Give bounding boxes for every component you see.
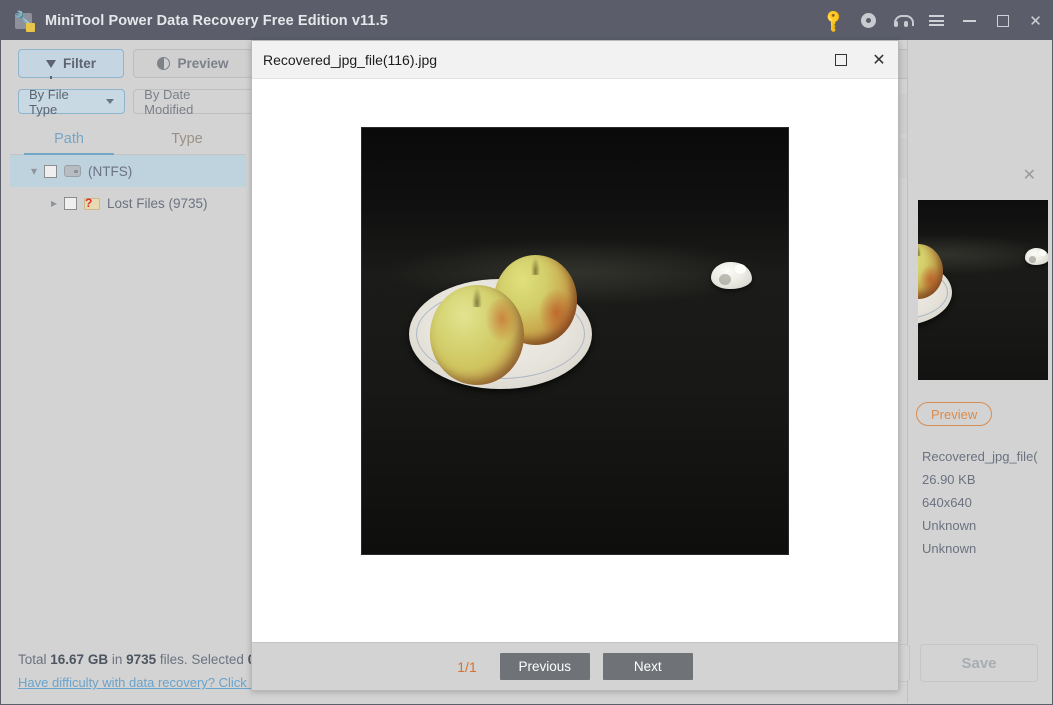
key-icon[interactable]: 🔑 bbox=[817, 1, 851, 40]
status-total-prefix: Total bbox=[18, 652, 51, 667]
filter-toolbar: Filter Preview bbox=[2, 40, 254, 79]
chevron-down-icon bbox=[106, 99, 115, 104]
dialog-image-area bbox=[252, 79, 898, 642]
app-logo-icon: 🔧 bbox=[13, 10, 35, 32]
meta-dimensions: 640x640 bbox=[922, 495, 972, 510]
dialog-title-bar: Recovered_jpg_file(116).jpg ✕ bbox=[252, 41, 898, 79]
meta-file-name: Recovered_jpg_file( bbox=[922, 449, 1038, 464]
status-summary: Total 16.67 GB in 9735 files. Selected 0… bbox=[18, 652, 269, 667]
meta-created-date: Unknown bbox=[922, 518, 977, 533]
preview-clock-icon bbox=[157, 57, 171, 70]
tree-item-label: Lost Files (9735) bbox=[107, 195, 208, 211]
tab-type-label: Type bbox=[171, 130, 203, 147]
close-icon[interactable]: ✕ bbox=[1023, 165, 1036, 185]
preview-button-label: Preview bbox=[177, 56, 229, 71]
thumbnail-preview[interactable] bbox=[918, 200, 1048, 380]
image-preview-dialog: Recovered_jpg_file(116).jpg ✕ 1/1 Previo… bbox=[251, 40, 899, 691]
status-total-size: 16.67 GB bbox=[50, 652, 109, 667]
title-bar: 🔧 MiniTool Power Data Recovery Free Edit… bbox=[1, 1, 1052, 40]
file-metadata-list: Recovered_jpg_file( 26.90 KB 640x640 Unk… bbox=[922, 445, 1038, 560]
tab-path-label: Path bbox=[54, 130, 84, 147]
tree-item-checkbox[interactable] bbox=[44, 164, 57, 178]
preview-image bbox=[361, 126, 789, 555]
details-panel: ✕ Preview Recovered_jpg_file( 26.90 KB 6… bbox=[866, 40, 1050, 703]
tab-path[interactable]: Path bbox=[10, 123, 128, 155]
tree-item-label: (NTFS) bbox=[88, 163, 133, 179]
help-link[interactable]: Have difficulty with data recovery? Clic… bbox=[18, 675, 276, 690]
tab-type[interactable]: Type bbox=[128, 123, 246, 154]
drive-icon bbox=[64, 165, 81, 177]
filter-button[interactable]: Filter bbox=[18, 49, 124, 79]
next-button[interactable]: Next bbox=[602, 653, 693, 680]
unknown-folder-icon: ? bbox=[84, 196, 100, 210]
filter-button-label: Filter bbox=[62, 56, 96, 71]
minimize-icon[interactable] bbox=[953, 1, 986, 40]
title-bar-controls: 🔑 ✕ bbox=[817, 1, 1052, 40]
status-bar: Total 16.67 GB in 9735 files. Selected 0… bbox=[2, 638, 276, 704]
close-icon[interactable]: ✕ bbox=[1019, 1, 1052, 40]
filter-chip-row: By File Type By Date Modified bbox=[2, 78, 254, 117]
headphones-icon[interactable] bbox=[885, 1, 919, 40]
status-in-label: in bbox=[108, 652, 127, 667]
dialog-title: Recovered_jpg_file(116).jpg bbox=[263, 51, 438, 68]
chevron-right-icon[interactable]: ▸ bbox=[44, 196, 64, 210]
maximize-icon[interactable] bbox=[986, 1, 1019, 40]
left-sidebar: Filter Preview By File Type By Date Modi… bbox=[2, 40, 276, 704]
disc-icon[interactable] bbox=[851, 1, 885, 40]
meta-file-size: 26.90 KB bbox=[922, 472, 976, 487]
by-date-modified-chip[interactable]: By Date Modified bbox=[133, 86, 254, 117]
sidebar-tabs: Path Type bbox=[10, 123, 246, 155]
funnel-icon bbox=[45, 59, 56, 79]
maximize-icon[interactable] bbox=[822, 41, 860, 78]
dialog-window-controls: ✕ bbox=[822, 41, 898, 78]
by-file-type-label: By File Type bbox=[29, 86, 69, 117]
dialog-footer: 1/1 Previous Next bbox=[252, 642, 898, 690]
meta-modified-date: Unknown bbox=[922, 541, 977, 556]
snack-shape bbox=[711, 261, 752, 290]
tree-item-checkbox[interactable] bbox=[64, 196, 77, 210]
peach-front-shape bbox=[430, 285, 524, 386]
previous-button[interactable]: Previous bbox=[499, 653, 590, 680]
status-files-label: files. Selected bbox=[156, 652, 248, 667]
file-tree: ▾ (NTFS) ▸ ? Lost Files (9735) bbox=[10, 155, 246, 615]
preview-button[interactable]: Preview bbox=[133, 49, 253, 78]
by-date-modified-label: By Date Modified bbox=[144, 86, 194, 117]
close-icon[interactable]: ✕ bbox=[860, 41, 898, 78]
status-file-count: 9735 bbox=[126, 652, 157, 667]
hamburger-menu-icon[interactable] bbox=[919, 1, 953, 40]
save-button[interactable]: Save bbox=[920, 644, 1038, 682]
application-window: 🔧 MiniTool Power Data Recovery Free Edit… bbox=[0, 0, 1053, 705]
tree-item-ntfs[interactable]: ▾ (NTFS) bbox=[10, 155, 246, 187]
chevron-down-icon[interactable]: ▾ bbox=[24, 164, 44, 178]
page-indicator: 1/1 bbox=[457, 658, 477, 675]
preview-badge[interactable]: Preview bbox=[916, 402, 993, 426]
tree-item-lost-files[interactable]: ▸ ? Lost Files (9735) bbox=[10, 187, 246, 219]
window-title: MiniTool Power Data Recovery Free Editio… bbox=[45, 12, 388, 29]
by-file-type-dropdown[interactable]: By File Type bbox=[18, 86, 126, 117]
